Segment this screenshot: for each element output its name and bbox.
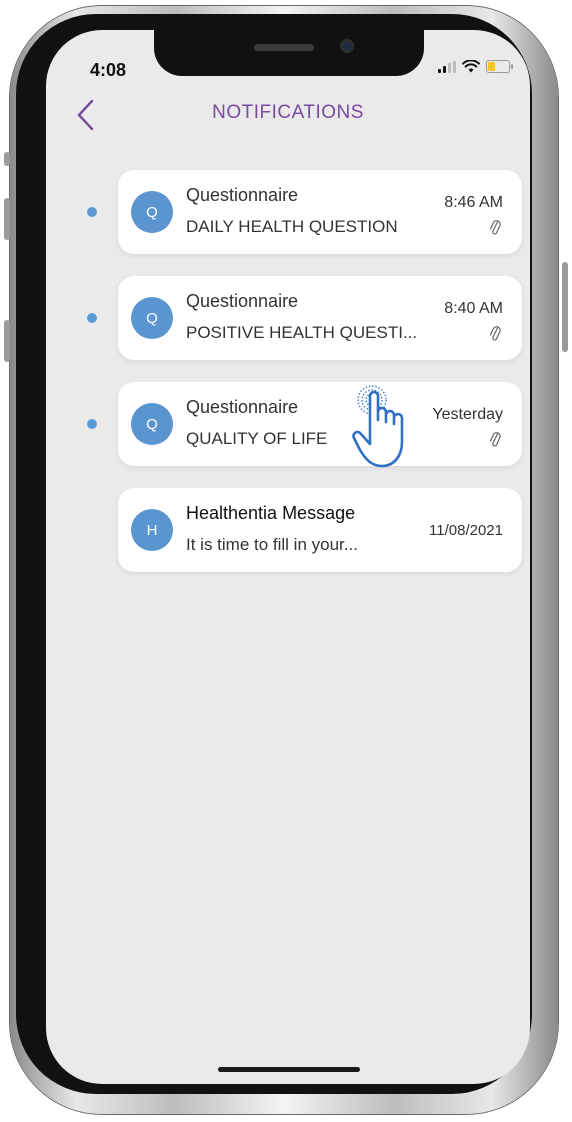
notification-time: Yesterday [432,406,503,423]
notch [154,30,424,76]
notification-subtitle: DAILY HEALTH QUESTION [186,217,398,236]
unread-dot [87,419,97,429]
unread-dot [87,207,97,217]
paperclip-icon [489,432,501,447]
home-indicator [218,1067,360,1072]
notification-card[interactable]: Q Questionnaire DAILY HEALTH QUESTION 8:… [118,170,522,254]
notification-title: Questionnaire [186,185,299,205]
notification-card[interactable]: H Healthentia Message It is time to fill… [118,488,522,572]
notification-subtitle: QUALITY OF LIFE [186,429,328,448]
unread-dot [87,313,97,323]
notification-time: 8:46 AM [444,194,503,211]
avatar: Q [131,403,173,445]
notification-time: 11/08/2021 [429,522,503,539]
paperclip-icon [489,326,501,341]
notification-title: Healthentia Message [186,503,356,523]
notification-time: 8:40 AM [444,300,503,317]
phone-volume-up [4,198,10,240]
status-icons [438,60,513,73]
paperclip-icon [489,220,501,235]
battery-icon [486,60,513,73]
notification-card[interactable]: Q Questionnaire POSITIVE HEALTH QUESTI..… [118,276,522,360]
notification-title: Questionnaire [186,397,299,417]
phone-power-button [562,262,568,352]
avatar: H [131,509,173,551]
speaker [254,44,314,51]
notification-card[interactable]: Q Questionnaire QUALITY OF LIFE Yesterda… [118,382,522,466]
phone-volume-down [4,320,10,362]
notification-title: Questionnaire [186,291,299,311]
page-title: NOTIFICATIONS [212,102,364,123]
phone-side-button [4,152,10,166]
signal-icon [438,60,456,73]
wifi-icon [462,60,480,73]
status-time: 4:08 [90,60,127,80]
app-screen: 4:08 NOTIFICATIONS Q Questionnaire DAILY… [46,30,530,1084]
avatar: Q [131,191,173,233]
notification-subtitle: POSITIVE HEALTH QUESTI... [186,323,418,342]
notification-subtitle: It is time to fill in your... [186,535,358,554]
avatar: Q [131,297,173,339]
camera [340,39,354,53]
